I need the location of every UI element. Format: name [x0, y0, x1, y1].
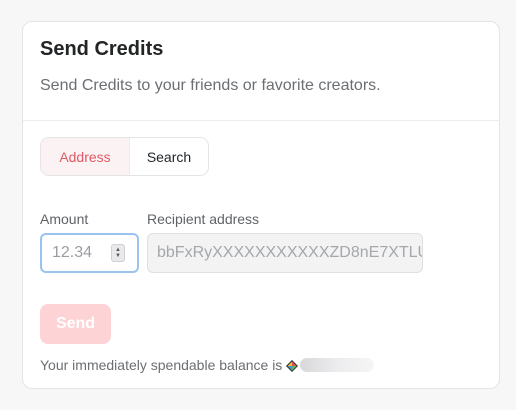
card-header: Send Credits Send Credits to your friend… [23, 22, 499, 121]
amount-placeholder: 12.34 [52, 244, 93, 261]
credit-icon [286, 359, 299, 372]
recipient-mode-tabs: Address Search [40, 137, 209, 176]
send-credits-card: Send Credits Send Credits to your friend… [22, 21, 500, 389]
page-title: Send Credits [40, 38, 164, 60]
balance-amount-redacted [300, 358, 375, 372]
send-button[interactable]: Send [40, 304, 111, 344]
balance-text: Your immediately spendable balance is [40, 357, 283, 373]
card-body: Address Search Amount 12.34 ▲ ▼ Recipient… [23, 121, 499, 374]
tab-address[interactable]: Address [41, 138, 130, 175]
balance-line: Your immediately spendable balance is [40, 356, 482, 374]
recipient-address-input[interactable]: bbFxRyXXXXXXXXXXXZD8nE7XTLU [147, 233, 423, 273]
number-stepper-icon[interactable]: ▲ ▼ [111, 244, 125, 262]
amount-input[interactable]: 12.34 ▲ ▼ [40, 233, 139, 273]
amount-field-group: Amount 12.34 ▲ ▼ [40, 210, 139, 273]
recipient-label: Recipient address [147, 211, 260, 227]
recipient-field-group: Recipient address bbFxRyXXXXXXXXXXXZD8nE… [147, 210, 423, 273]
amount-label: Amount [40, 211, 89, 227]
page-subtitle: Send Credits to your friends or favorite… [40, 77, 381, 94]
send-form: Amount 12.34 ▲ ▼ Recipient address bbFxRy… [40, 210, 482, 273]
tab-search[interactable]: Search [130, 138, 208, 175]
